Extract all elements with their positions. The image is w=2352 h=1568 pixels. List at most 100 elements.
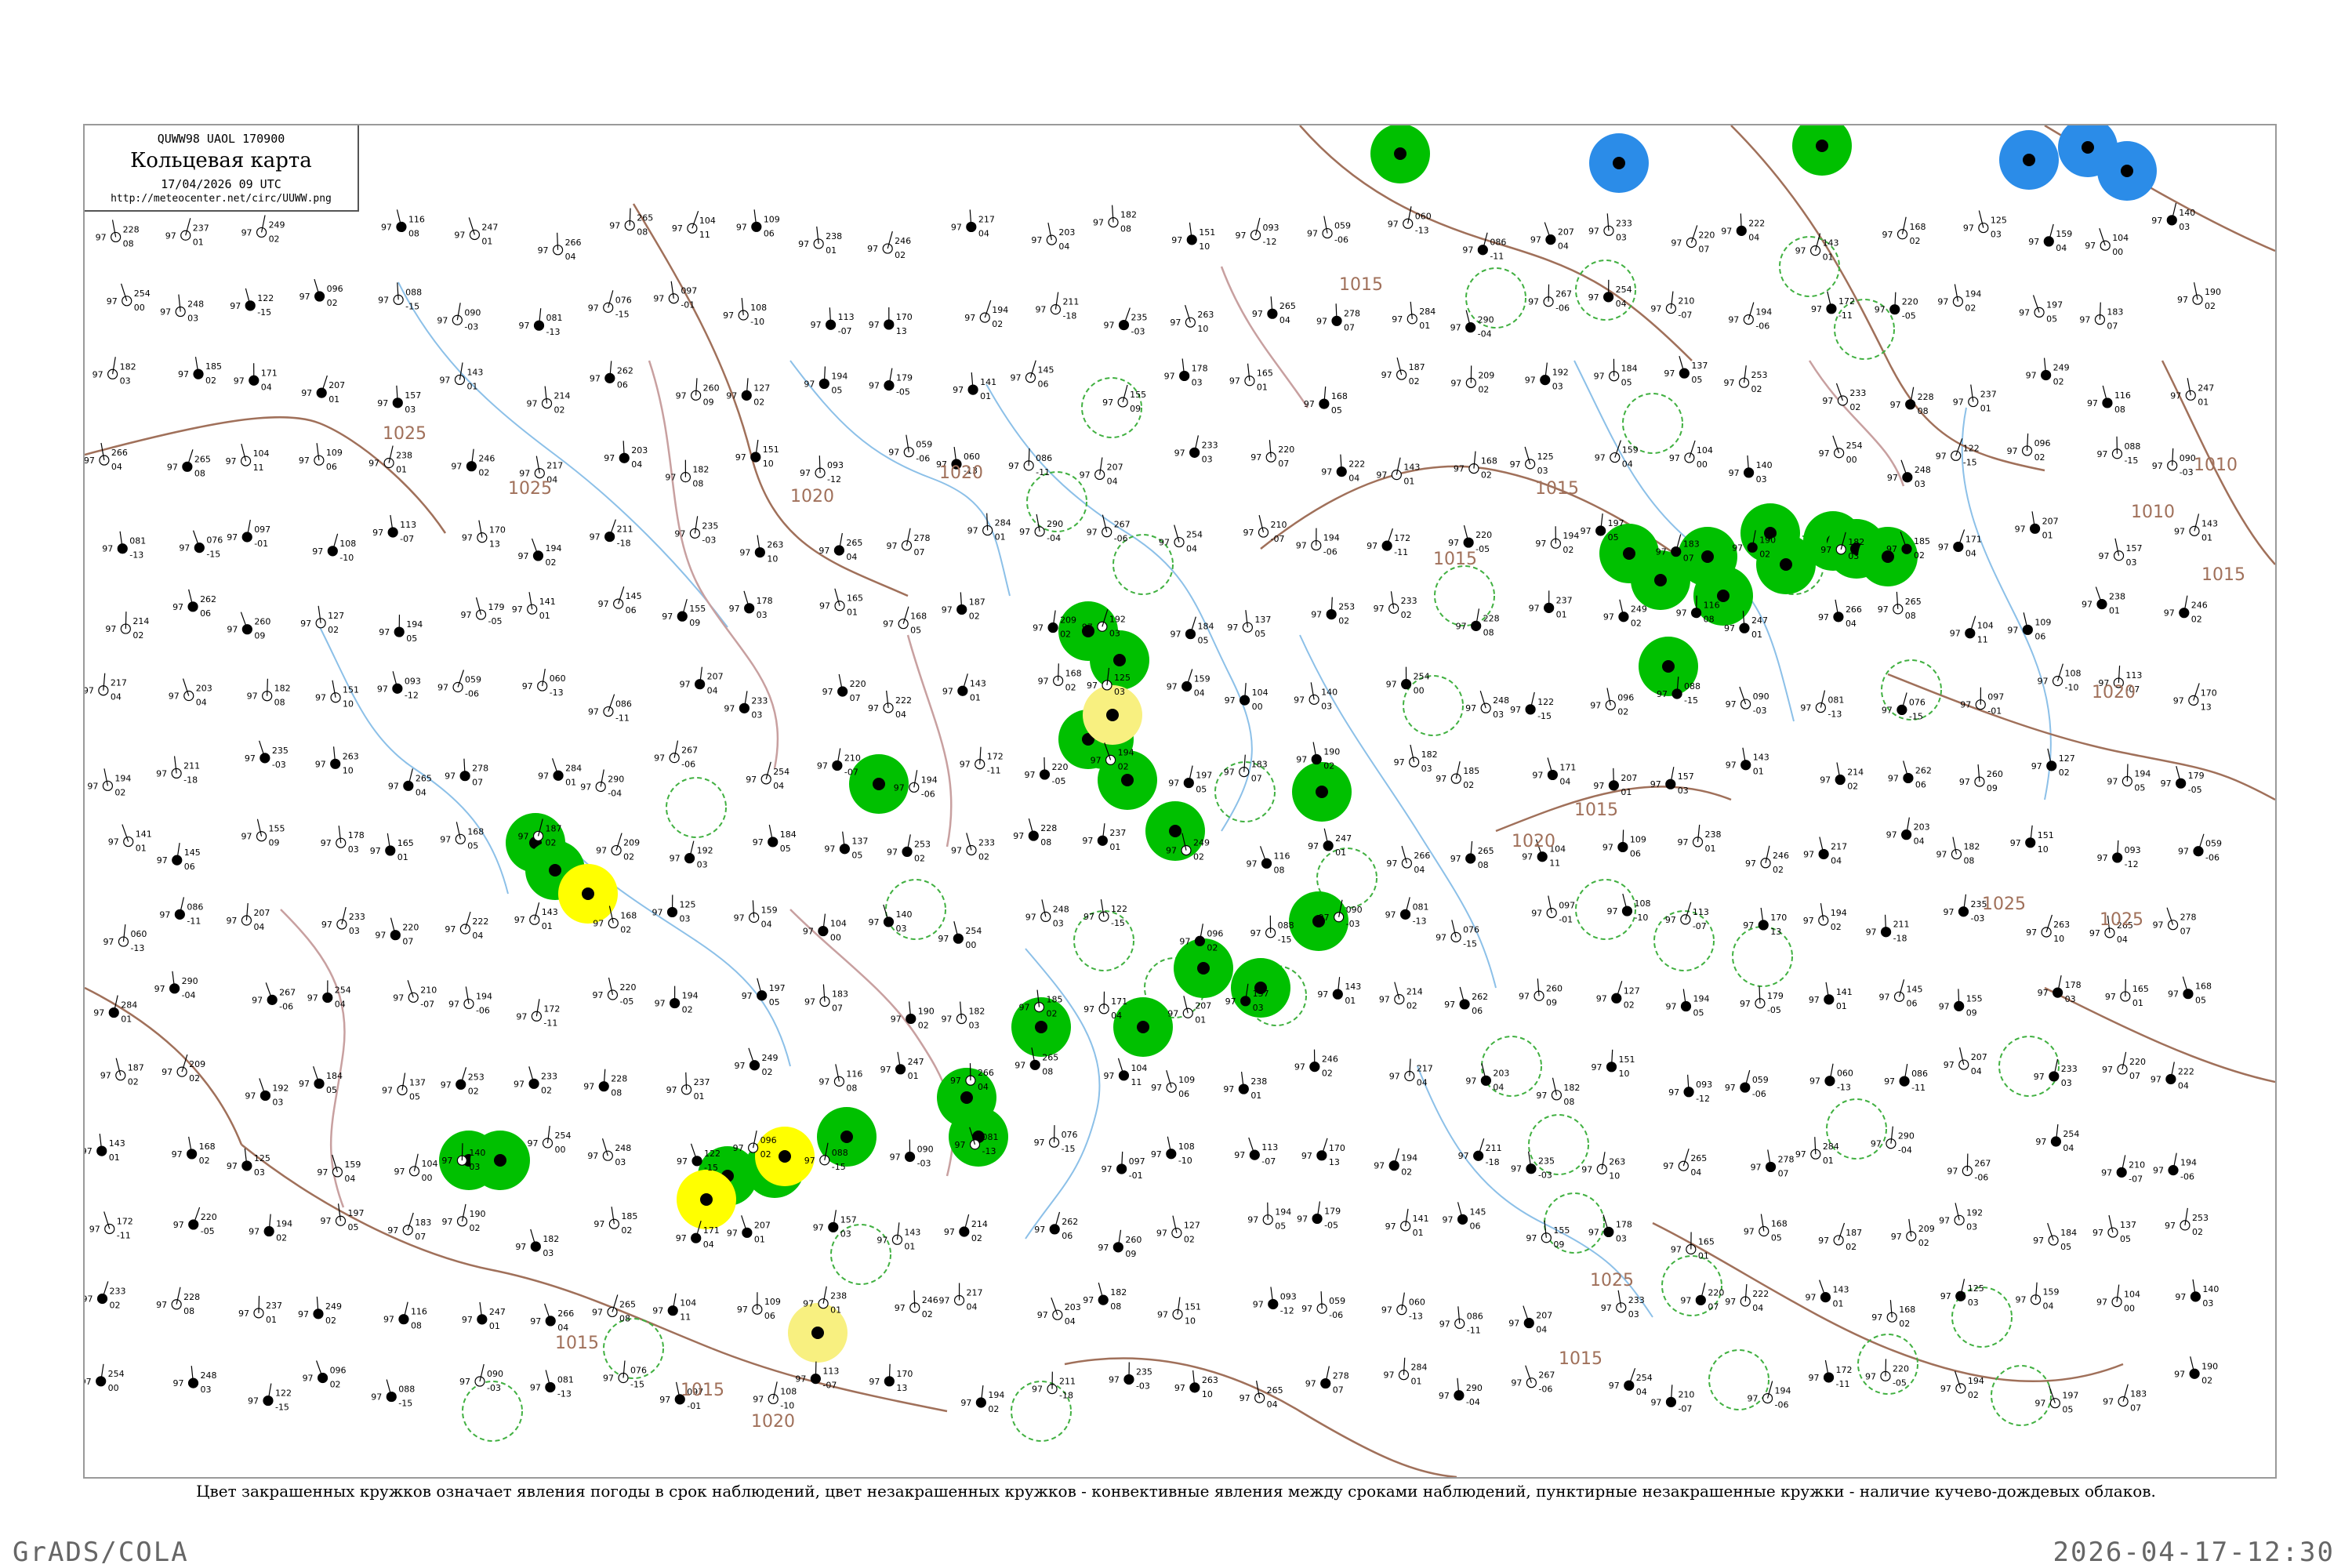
station-plot: 1659701 (2105, 978, 2149, 1008)
station-pressure: 197 (2046, 299, 2063, 310)
station-visibility: 97 (2031, 761, 2042, 771)
station-plot: 2659704 (388, 768, 432, 797)
station-tendency: 06 (626, 605, 637, 615)
station-pressure: 170 (1770, 913, 1787, 923)
station-tendency: 03 (1915, 479, 1926, 489)
station-tendency: 08 (2114, 405, 2125, 415)
station-circle (2043, 236, 2054, 247)
wind-barb (1044, 757, 1046, 775)
station-tendency: 04 (978, 228, 989, 238)
station-plot: 1459706 (1443, 1202, 1486, 1231)
station-pressure: 249 (2053, 363, 2070, 373)
station-visibility: 97 (299, 1079, 310, 1089)
station-circle (611, 844, 622, 856)
station-tendency: 04 (196, 698, 207, 708)
station-visibility: 97 (1296, 755, 1307, 765)
station-visibility: 97 (1013, 831, 1024, 841)
station-tendency: 03 (348, 844, 359, 855)
station-pressure: 267 (1114, 520, 1131, 530)
station-plot: 21097-07 (1650, 1385, 1694, 1414)
station-tendency: 03 (1991, 230, 2002, 240)
isobar-label: 1025 (508, 479, 552, 499)
station-tendency: 04 (1831, 855, 1842, 866)
station-tendency: 01 (1195, 1014, 1206, 1025)
station-tendency: 03 (1968, 1298, 1979, 1308)
station-plot: 2079701 (727, 1215, 771, 1244)
station-pressure: 194 (114, 773, 131, 783)
station-visibility: 97 (588, 303, 599, 313)
station-tendency: 10 (1199, 241, 1210, 252)
station-visibility: 97 (1510, 459, 1521, 470)
station-pressure: 187 (1846, 1228, 1862, 1238)
station-tendency: 01 (1109, 842, 1120, 852)
station-pressure: 168 (1771, 1219, 1788, 1229)
station-visibility: 97 (2026, 371, 2037, 381)
station-tendency: 06 (764, 1311, 775, 1321)
station-plot: 2389701 (1678, 824, 1722, 854)
station-visibility: 97 (1959, 777, 1970, 787)
station-tendency: 02 (1409, 376, 1420, 387)
station-pressure: 140 (2202, 1284, 2219, 1294)
station-pressure: 214 (971, 1219, 988, 1229)
station-plot: 26797-06 (1947, 1153, 1991, 1182)
station-visibility: 97 (939, 1296, 950, 1306)
station-plot: 09797-01 (1102, 1151, 1145, 1181)
station-visibility: 97 (1511, 1378, 1522, 1388)
station-plot: 1379705 (1664, 355, 1708, 385)
station-plot: 2379701 (1953, 384, 1997, 414)
station-pressure: 143 (904, 1227, 920, 1237)
station-visibility: 97 (2082, 600, 2092, 610)
station-plot: 12297-15 (248, 1383, 292, 1413)
station-circle (455, 833, 466, 844)
station-pressure: 266 (1414, 851, 1430, 861)
station-visibility: 97 (315, 693, 326, 703)
station-visibility: 97 (1250, 928, 1261, 938)
station-visibility: 97 (462, 533, 473, 543)
station-visibility: 97 (1751, 1162, 1762, 1172)
station-plot: 19497-06 (448, 986, 492, 1015)
station-tendency: 01 (694, 1091, 705, 1102)
station-visibility: 97 (2038, 677, 2049, 687)
station-pressure: 086 (1911, 1069, 1928, 1079)
station-visibility: 97 (320, 1216, 331, 1226)
isobar-label: 1015 (1535, 479, 1579, 499)
station-plot: 1439701 (1795, 233, 1839, 263)
isobar-line (2044, 986, 2275, 1083)
station-pressure: 145 (1907, 984, 1923, 994)
station-pressure: 157 (405, 390, 421, 401)
station-tendency: 04 (1914, 837, 1925, 847)
station-pressure: 178 (2065, 980, 2082, 990)
station-visibility: 97 (869, 320, 880, 330)
station-plot: 1559709 (1939, 989, 1983, 1018)
station-tendency: 08 (611, 1088, 622, 1098)
station-tendency: 02 (2059, 768, 2070, 778)
station-tendency: 08 (1704, 615, 1715, 625)
station-visibility: 97 (1083, 912, 1094, 922)
station-pressure: 246 (1773, 851, 1789, 861)
station-visibility: 97 (2170, 390, 2181, 401)
station-visibility: 97 (1721, 226, 1732, 236)
station-pressure: 207 (1558, 227, 1574, 238)
station-pressure: 233 (1202, 440, 1218, 450)
station-tendency: 02 (128, 1077, 139, 1087)
station-pressure: 267 (1538, 1370, 1555, 1381)
station-pressure: 060 (550, 673, 566, 684)
map-url[interactable]: http://meteocenter.net/circ/UUWW.png (85, 193, 358, 205)
station-visibility: 97 (652, 907, 663, 917)
station-visibility: 97 (1098, 1243, 1109, 1253)
station-pressure: 228 (183, 1292, 200, 1302)
station-plot: 1789703 (1588, 1214, 1632, 1243)
station-pressure: 143 (1832, 1285, 1849, 1295)
station-dot (582, 887, 594, 900)
wind-barb (888, 1363, 891, 1381)
station-visibility: 97 (461, 610, 472, 620)
station-visibility: 97 (514, 1079, 524, 1089)
station-pressure: 194 (2180, 1158, 2197, 1168)
station-plot: 2639710 (2026, 914, 2070, 944)
station-visibility: 97 (1536, 1091, 1547, 1101)
station-tendency: -03 (702, 535, 716, 545)
station-pressure: 155 (1966, 993, 1983, 1004)
station-pressure: 265 (637, 213, 653, 223)
station-plot: 2079701 (1593, 768, 1637, 797)
station-pressure: 109 (326, 448, 343, 458)
